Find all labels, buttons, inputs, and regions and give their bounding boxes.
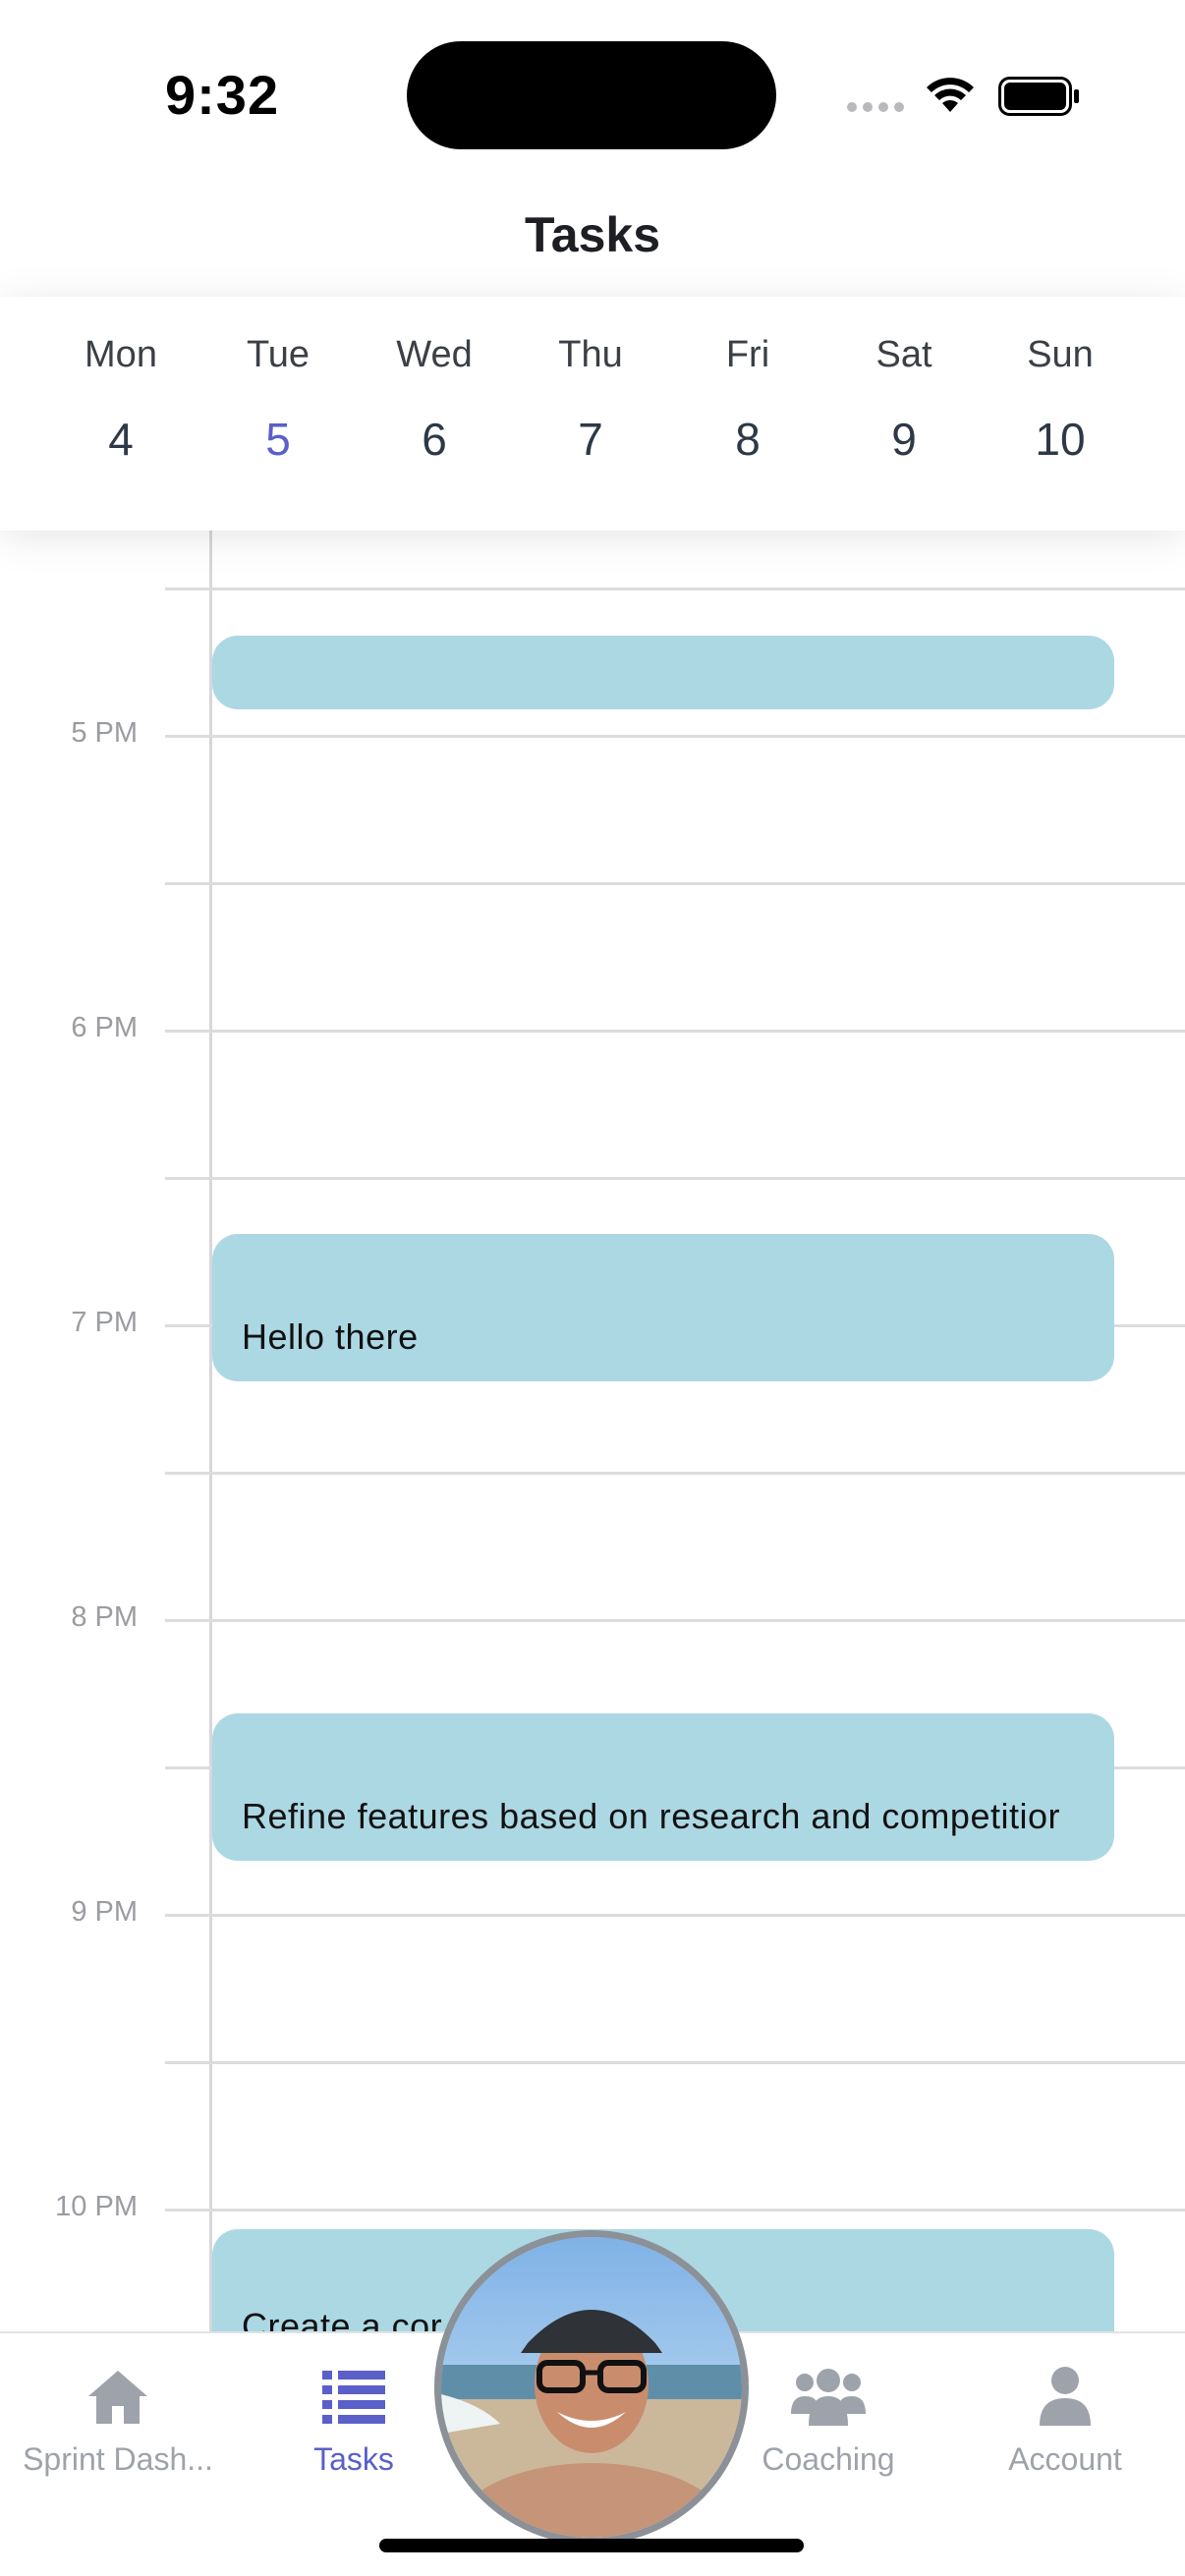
- wifi-icon: [927, 78, 974, 112]
- day-fri[interactable]: Fri 8: [679, 334, 817, 466]
- tab-tasks[interactable]: Tasks: [241, 2365, 467, 2478]
- day-number: 9: [891, 414, 917, 465]
- hour-label: 9 PM: [71, 1896, 138, 1928]
- half-hour-gridline: [165, 588, 1185, 590]
- task-event[interactable]: [212, 636, 1114, 709]
- day-name: Thu: [558, 334, 623, 375]
- home-icon: [88, 2371, 147, 2424]
- battery-icon: [998, 77, 1079, 116]
- profile-photo: [441, 2237, 742, 2538]
- day-number: 4: [108, 414, 134, 465]
- day-name: Sun: [1027, 334, 1094, 375]
- hour-gridline: [165, 1030, 1185, 1033]
- half-hour-gridline: [165, 2061, 1185, 2064]
- profile-avatar-button[interactable]: [434, 2230, 749, 2545]
- status-bar: 9:32: [0, 0, 1185, 187]
- half-hour-gridline: [165, 1472, 1185, 1475]
- tab-coaching[interactable]: Coaching: [715, 2365, 941, 2478]
- hour-gridline: [165, 2209, 1185, 2212]
- person-icon: [1040, 2367, 1091, 2426]
- day-sat[interactable]: Sat 9: [835, 334, 973, 466]
- day-name: Sat: [875, 334, 932, 375]
- hour-label: 7 PM: [71, 1307, 138, 1338]
- day-timeline[interactable]: 5 PM 6 PM 7 PM 8 PM 9 PM 10 PM Hello the…: [0, 531, 1185, 2332]
- tab-label: Account: [1008, 2441, 1122, 2477]
- hour-gridline: [165, 1914, 1185, 1917]
- list-icon: [322, 2371, 385, 2424]
- day-name: Tue: [246, 334, 310, 375]
- cellular-signal-icon: [847, 102, 904, 112]
- day-number: 8: [735, 414, 761, 465]
- task-event-title: Refine features based on research and co…: [242, 1796, 1060, 1836]
- tab-sprint-dashboard[interactable]: Sprint Dash...: [5, 2365, 231, 2478]
- hour-label: 6 PM: [71, 1012, 138, 1043]
- day-number: 6: [422, 414, 447, 465]
- hour-gridline: [165, 735, 1185, 738]
- hour-gridline: [165, 1619, 1185, 1622]
- day-number: 5: [265, 414, 291, 465]
- task-event-title: Create a cor: [242, 2306, 443, 2332]
- week-day-selector: Mon 4 Tue 5 Wed 6 Thu 7 Fri 8 Sat 9 Sun …: [0, 297, 1185, 531]
- people-icon: [791, 2369, 866, 2426]
- day-name: Fri: [725, 334, 770, 375]
- day-name: Wed: [396, 334, 473, 375]
- task-event[interactable]: Hello there: [212, 1234, 1114, 1381]
- status-time: 9:32: [165, 64, 280, 126]
- hour-label: 5 PM: [71, 717, 138, 749]
- half-hour-gridline: [165, 882, 1185, 885]
- day-number: 10: [1035, 414, 1086, 465]
- home-indicator: [379, 2539, 804, 2552]
- hour-label: 8 PM: [71, 1601, 138, 1633]
- dynamic-island: [407, 41, 776, 149]
- hour-label: 10 PM: [55, 2191, 138, 2222]
- tab-account[interactable]: Account: [952, 2365, 1178, 2478]
- task-event-title: Hello there: [242, 1316, 419, 1357]
- task-event[interactable]: Refine features based on research and co…: [212, 1713, 1114, 1861]
- half-hour-gridline: [165, 1177, 1185, 1180]
- day-wed[interactable]: Wed 6: [366, 334, 503, 466]
- tab-label: Sprint Dash...: [23, 2441, 213, 2477]
- day-sun[interactable]: Sun 10: [991, 334, 1129, 466]
- day-mon[interactable]: Mon 4: [52, 334, 190, 466]
- day-name: Mon: [85, 334, 157, 375]
- day-number: 7: [578, 414, 603, 465]
- tab-label: Tasks: [313, 2441, 394, 2477]
- day-thu[interactable]: Thu 7: [522, 334, 659, 466]
- tab-label: Coaching: [762, 2441, 895, 2477]
- day-tue-selected[interactable]: Tue 5: [209, 334, 347, 466]
- page-title: Tasks: [524, 207, 661, 262]
